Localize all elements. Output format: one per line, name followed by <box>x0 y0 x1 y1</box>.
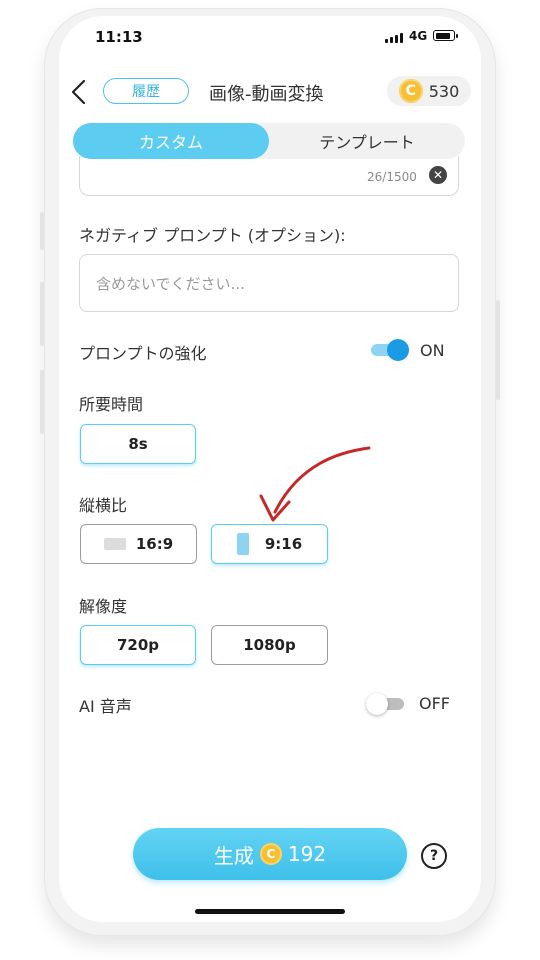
aspect-option-label: 16:9 <box>135 535 174 553</box>
aspect-option-label: 9:16 <box>264 535 303 553</box>
enhance-label: プロンプトの強化 <box>79 344 207 363</box>
credits-badge[interactable]: C 530 <box>387 76 471 106</box>
page-title: 画像-動画変換 <box>209 84 324 105</box>
annotation-arrow-icon <box>259 446 371 522</box>
home-indicator[interactable] <box>195 909 345 914</box>
portrait-ratio-icon <box>236 533 249 555</box>
help-icon[interactable]: ? <box>421 843 447 869</box>
duration-option-8s[interactable]: 8s <box>80 424 196 464</box>
toggle-knob <box>366 693 388 715</box>
generate-cost: 192 <box>287 842 327 866</box>
signal-icon <box>385 33 403 43</box>
resolution-label: 解像度 <box>79 597 128 616</box>
chevron-left-icon <box>71 79 86 105</box>
prompt-char-count: 26/1500 <box>367 170 417 184</box>
back-button[interactable] <box>67 78 91 106</box>
volume-up-button <box>40 282 44 346</box>
negative-prompt-placeholder: 含めないでください... <box>96 274 245 293</box>
negative-prompt-label: ネガティブ プロンプト (オプション): <box>79 226 346 245</box>
history-button[interactable]: 履歴 <box>103 78 189 104</box>
power-button <box>496 300 500 400</box>
resolution-option-720p[interactable]: 720p <box>80 625 196 665</box>
coin-icon: C <box>259 843 282 865</box>
network-type: 4G <box>409 29 428 43</box>
landscape-ratio-icon <box>103 538 126 550</box>
enhance-toggle[interactable] <box>371 338 409 362</box>
negative-prompt-input[interactable]: 含めないでください... <box>79 254 459 312</box>
ai-voice-toggle[interactable] <box>366 692 406 716</box>
generate-label: 生成 <box>213 843 254 868</box>
resolution-option-1080p[interactable]: 1080p <box>211 625 328 665</box>
tab-custom[interactable]: カスタム <box>73 123 269 159</box>
tab-template[interactable]: テンプレート <box>269 123 465 159</box>
status-time: 11:13 <box>95 28 143 46</box>
duration-label: 所要時間 <box>79 395 144 414</box>
app-screen: 11:13 4G 履歴 画像-動画変換 C 530 カスタム テンプレート 26… <box>59 16 481 922</box>
enhance-state: ON <box>420 341 445 360</box>
coin-icon: C <box>398 79 423 103</box>
mute-switch <box>40 212 44 250</box>
credits-count: 530 <box>428 81 460 101</box>
generate-button[interactable]: 生成 C 192 <box>133 828 407 880</box>
aspect-ratio-label: 縦横比 <box>79 496 128 515</box>
aspect-option-16-9[interactable]: 16:9 <box>80 524 197 564</box>
toggle-knob <box>387 339 409 361</box>
clear-icon[interactable]: ✕ <box>429 166 447 184</box>
aspect-option-9-16[interactable]: 9:16 <box>211 524 328 564</box>
ai-voice-label: AI 音声 <box>79 697 132 716</box>
ai-voice-state: OFF <box>419 694 450 713</box>
volume-down-button <box>40 370 44 434</box>
battery-icon <box>433 30 458 41</box>
